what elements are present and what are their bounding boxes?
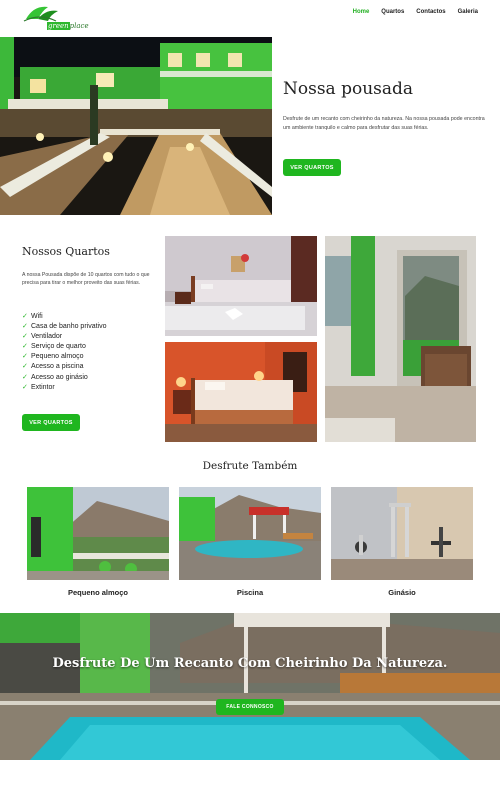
check-icon: ✓ bbox=[22, 333, 28, 341]
room-photo-1[interactable] bbox=[165, 236, 317, 336]
nav-quartos[interactable]: Quartos bbox=[381, 9, 404, 15]
card-label-ginasio: Ginásio bbox=[388, 588, 416, 597]
check-icon: ✓ bbox=[22, 313, 28, 320]
banner-image bbox=[0, 613, 500, 760]
check-icon: ✓ bbox=[22, 363, 28, 371]
check-icon: ✓ bbox=[22, 383, 28, 391]
check-icon: ✓ bbox=[22, 323, 28, 331]
hero-image bbox=[0, 37, 272, 215]
feature-item: ✓ Acesso ao ginásio bbox=[22, 373, 107, 383]
desfrute-title: Desfrute Também bbox=[202, 460, 298, 472]
check-icon: ✓ bbox=[22, 373, 28, 381]
site-header: greenplace Home Quartos Contactos Galeri… bbox=[0, 0, 500, 36]
feature-item: ✓ Ventilador bbox=[22, 332, 107, 342]
card-label-piscina: Piscina bbox=[236, 588, 264, 597]
room-photo-2[interactable] bbox=[165, 342, 317, 442]
room-photo-3[interactable] bbox=[325, 236, 476, 442]
nav-contactos[interactable]: Contactos bbox=[416, 9, 445, 15]
feature-label: Wifi bbox=[31, 313, 43, 320]
fale-connosco-button[interactable]: FALE CONNOSCO bbox=[216, 699, 284, 715]
nav-home[interactable]: Home bbox=[353, 9, 370, 15]
feature-item: ✓ Acesso a piscina bbox=[22, 362, 107, 372]
check-icon: ✓ bbox=[22, 353, 28, 361]
card-label-pequeno-almoco: Pequeno almoço bbox=[67, 588, 128, 597]
logo-text-place: place bbox=[69, 22, 89, 30]
feature-label: Serviço de quarto bbox=[31, 343, 86, 351]
ver-quartos-button-2[interactable]: VER QUARTOS bbox=[22, 414, 80, 431]
quartos-text: A nossa Pousada dispõe de 10 quartos com… bbox=[22, 272, 150, 286]
footer bbox=[0, 760, 500, 788]
card-image-pequeno-almoco[interactable] bbox=[27, 487, 169, 580]
feature-label: Casa de banho privativo bbox=[31, 323, 107, 331]
logo-text: greenplace bbox=[47, 22, 89, 30]
feature-label: Pequeno almoço bbox=[31, 353, 84, 361]
card-image-piscina[interactable] bbox=[179, 487, 321, 580]
card-image-ginasio[interactable] bbox=[331, 487, 473, 580]
feature-label: Acesso a piscina bbox=[31, 363, 84, 371]
nav-galeria[interactable]: Galeria bbox=[458, 9, 478, 15]
main-nav: Home Quartos Contactos Galeria bbox=[353, 9, 478, 15]
feature-item: ✓ Serviço de quarto bbox=[22, 342, 107, 352]
feature-label: Ventilador bbox=[31, 333, 63, 341]
ver-quartos-button[interactable]: VER QUARTOS bbox=[283, 159, 341, 176]
feature-label: Extintor bbox=[31, 383, 55, 391]
banner-title: Desfrute De Um Recanto Com Cheirinho Da … bbox=[52, 656, 448, 671]
check-icon: ✓ bbox=[22, 343, 28, 351]
feature-label: Acesso ao ginásio bbox=[31, 373, 88, 381]
feature-item: ✓ Casa de banho privativo bbox=[22, 322, 107, 332]
hero-text: Desfrute de um recanto com cheirinho da … bbox=[283, 116, 485, 131]
features-list: ✓ Wifi ✓ Casa de banho privativo ✓ Ventilad… bbox=[22, 312, 107, 393]
hero-title: Nossa pousada bbox=[283, 79, 414, 99]
quartos-title: Nossos Quartos bbox=[22, 245, 110, 258]
logo[interactable]: greenplace bbox=[22, 3, 89, 31]
feature-item: ✓ Extintor bbox=[22, 383, 107, 393]
feature-item: ✓ Wifi bbox=[22, 312, 107, 322]
feature-item: ✓ Pequeno almoço bbox=[22, 352, 107, 362]
logo-text-green: green bbox=[47, 22, 70, 30]
